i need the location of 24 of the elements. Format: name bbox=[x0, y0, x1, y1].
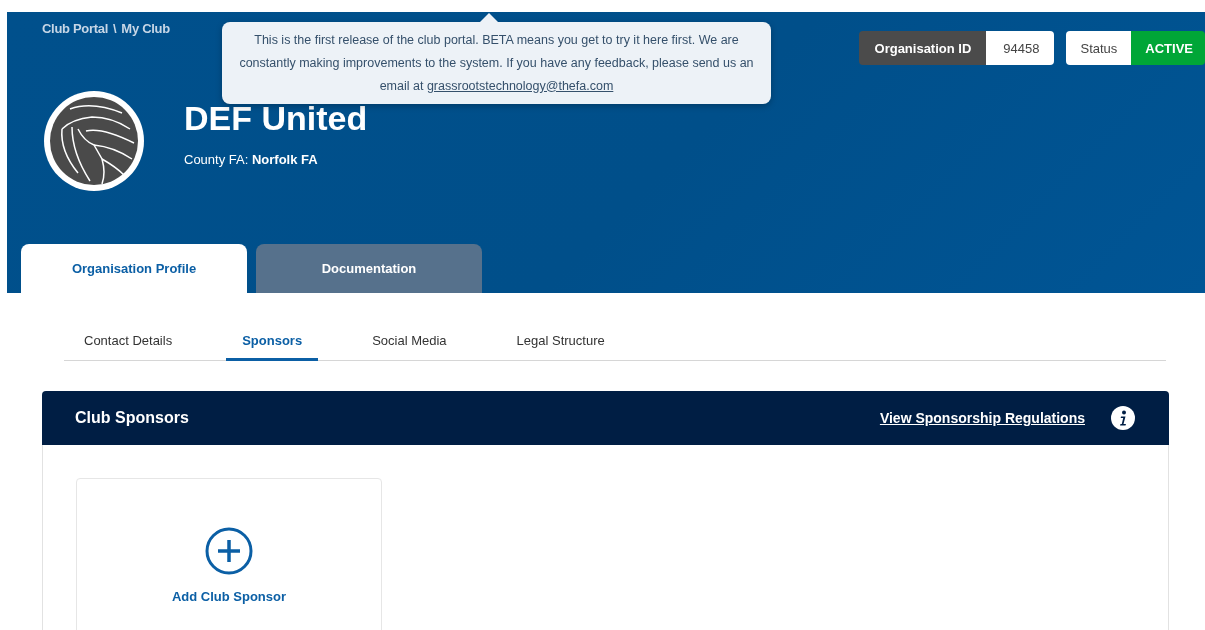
tab[interactable]: Documentation bbox=[256, 244, 482, 293]
county-fa-text: County FA: Norfolk FA bbox=[184, 152, 319, 167]
email-link[interactable]: grassrootstechnology@thefa.com bbox=[426, 78, 614, 93]
notice-text: This is the first release of the club portal. BETA means you get to try it here first. We are constantly making improvements to the system. If you have any feedback, please send us an email at grassrootstechnology@thefa.com bbox=[238, 31, 755, 95]
regulations-link[interactable]: View Sponsorship Regulations bbox=[879, 410, 1085, 426]
subtab[interactable]: Social Media bbox=[356, 326, 463, 361]
subtab[interactable]: Contact Details bbox=[68, 326, 189, 361]
club-name: DEF United bbox=[184, 99, 368, 138]
add-sponsor-card[interactable]: Add Club Sponsor bbox=[76, 478, 382, 630]
add-sponsor-label: Add Club Sponsor bbox=[171, 589, 287, 604]
status-label: Status bbox=[1066, 31, 1132, 65]
breadcrumb-separator: \ bbox=[113, 21, 117, 36]
panel-title: Club Sponsors bbox=[75, 409, 189, 427]
football-icon bbox=[42, 89, 146, 193]
subtab[interactable]: Sponsors bbox=[226, 326, 319, 361]
status-value: ACTIVE bbox=[1131, 31, 1205, 65]
breadcrumb-link[interactable]: Club Portal bbox=[42, 21, 109, 36]
breadcrumb-link[interactable]: My Club bbox=[121, 21, 170, 36]
organisation-id-label: Organisation ID bbox=[858, 31, 987, 65]
info-icon[interactable] bbox=[1111, 406, 1135, 430]
organisation-id-value: 94458 bbox=[986, 31, 1055, 65]
tab[interactable]: Organisation Profile bbox=[21, 244, 247, 293]
add-icon bbox=[205, 527, 253, 575]
subtab[interactable]: Legal Structure bbox=[500, 326, 621, 361]
